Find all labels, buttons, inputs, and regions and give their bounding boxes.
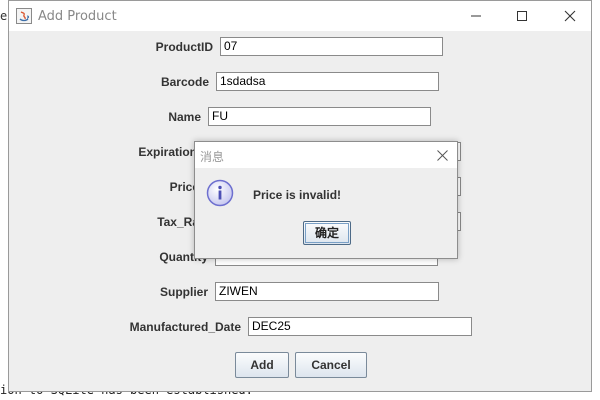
console-fragment: e	[0, 9, 8, 23]
tax-rate-label: Tax_Ra	[157, 215, 199, 229]
cancel-button[interactable]: Cancel	[295, 352, 367, 378]
info-icon	[206, 179, 234, 207]
productid-label: ProductID	[155, 40, 213, 54]
price-label: Price	[169, 180, 199, 194]
dialog-message: Price is invalid!	[253, 188, 342, 202]
manufactured-date-input[interactable]: DEC25	[248, 317, 472, 336]
message-dialog: 消息 Price is invalid! 确定	[194, 141, 458, 259]
ok-button[interactable]: 确定	[303, 221, 351, 245]
manufactured-date-label: Manufactured_Date	[129, 320, 241, 334]
close-icon	[564, 10, 576, 22]
minimize-icon	[471, 15, 481, 17]
title-bar[interactable]: Add Product	[9, 1, 591, 31]
dialog-title: 消息	[200, 150, 225, 164]
supplier-label: Supplier	[159, 285, 208, 299]
window-title: Add Product	[38, 9, 117, 24]
dialog-close-button[interactable]	[437, 146, 448, 165]
java-icon	[16, 8, 32, 24]
barcode-input[interactable]: 1sdadsa	[216, 72, 439, 91]
name-label: Name	[168, 110, 201, 124]
name-input[interactable]: FU	[208, 107, 431, 126]
add-button[interactable]: Add	[235, 352, 289, 378]
expiration-label: Expiration	[138, 145, 197, 159]
supplier-input[interactable]: ZIWEN	[215, 282, 439, 301]
dialog-title-bar[interactable]: 消息	[195, 142, 457, 168]
maximize-icon	[517, 11, 527, 21]
barcode-label: Barcode	[160, 75, 209, 89]
minimize-button[interactable]	[453, 1, 499, 31]
productid-input[interactable]: 07	[220, 37, 443, 56]
maximize-button[interactable]	[499, 1, 545, 31]
close-icon	[437, 150, 448, 161]
close-button[interactable]	[547, 1, 593, 31]
